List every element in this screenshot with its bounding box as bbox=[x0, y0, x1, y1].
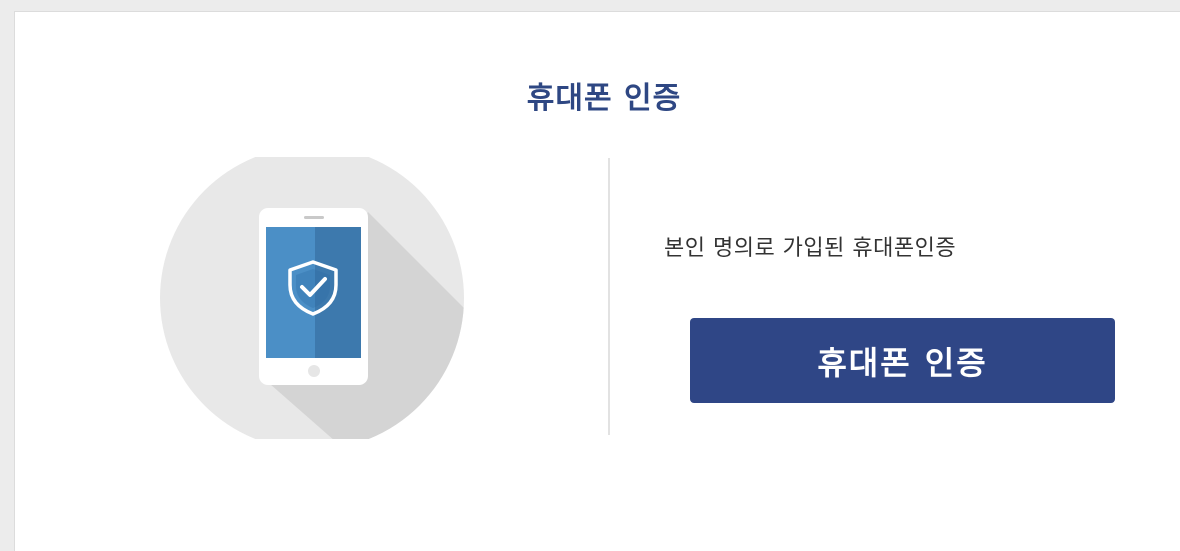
vertical-divider bbox=[608, 158, 610, 435]
verification-description: 본인 명의로 가입된 휴대폰인증 bbox=[664, 236, 957, 261]
phone-verification-button[interactable]: 휴대폰 인증 bbox=[690, 318, 1115, 403]
phone-shield-check-icon bbox=[160, 157, 464, 439]
page-background: 휴대폰 인증 본인 명의로 가입된 휴대폰인증 휴대폰 인증 bbox=[0, 0, 1180, 551]
card-title: 휴대폰 인증 bbox=[526, 81, 682, 116]
